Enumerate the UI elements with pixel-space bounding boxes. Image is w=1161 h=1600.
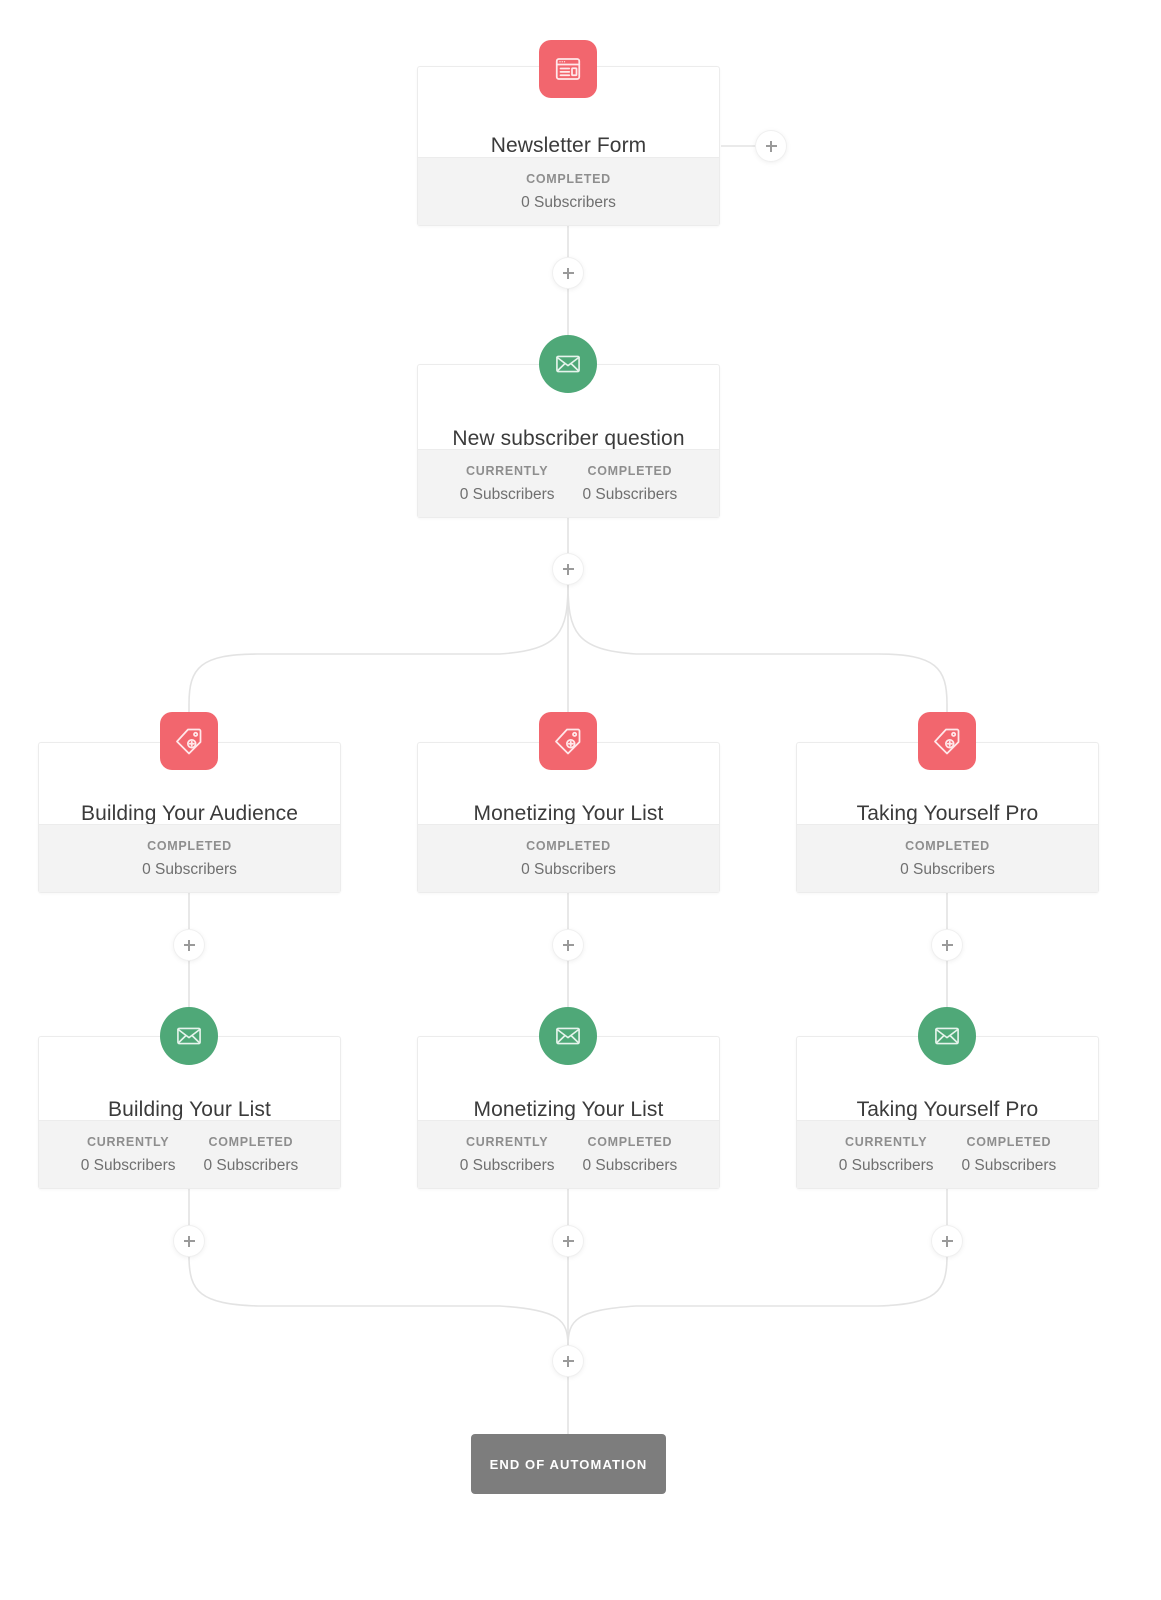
add-step-button-after-email-center[interactable]	[553, 1226, 583, 1256]
envelope-icon	[556, 1027, 580, 1045]
stat-label: COMPLETED	[147, 838, 232, 853]
envelope-icon-badge	[918, 1007, 976, 1065]
stat-completed: COMPLETED 0 Subscribers	[190, 1134, 313, 1174]
node-footer: COMPLETED 0 Subscribers	[418, 824, 719, 892]
envelope-icon	[177, 1027, 201, 1045]
wire-branch-left	[188, 583, 569, 742]
stat-label: COMPLETED	[587, 1134, 673, 1149]
tag-add-icon-badge	[918, 712, 976, 770]
node-title: Building Your List	[108, 1097, 271, 1121]
stat-value: 0 Subscribers	[521, 194, 616, 211]
stat-value: 0 Subscribers	[900, 861, 995, 878]
stat-currently: CURRENTLY 0 Subscribers	[67, 1134, 190, 1174]
stat-label: COMPLETED	[526, 171, 611, 186]
stat-label: CURRENTLY	[466, 463, 549, 478]
stat-value: 0 Subscribers	[521, 861, 616, 878]
tag-add-icon	[555, 728, 581, 755]
wire-merge-left	[188, 1255, 569, 1347]
add-step-button-after-email-left[interactable]	[174, 1226, 204, 1256]
stat-value: 0 Subscribers	[203, 1157, 299, 1174]
stat-completed: COMPLETED 0 Subscribers	[507, 838, 630, 878]
node-footer: COMPLETED 0 Subscribers	[418, 157, 719, 225]
tag-add-icon	[934, 728, 960, 755]
envelope-icon-badge	[539, 335, 597, 393]
stat-completed: COMPLETED 0 Subscribers	[569, 1134, 692, 1174]
node-footer: CURRENTLY 0 Subscribers COMPLETED 0 Subs…	[418, 449, 719, 517]
add-step-button-after-form-right[interactable]	[756, 131, 786, 161]
tag-add-icon-badge	[539, 712, 597, 770]
stat-value: 0 Subscribers	[582, 1157, 678, 1174]
add-step-button-after-tag-center[interactable]	[553, 930, 583, 960]
stat-label: COMPLETED	[905, 838, 990, 853]
add-step-button-after-form[interactable]	[553, 258, 583, 288]
add-step-button-after-question[interactable]	[553, 554, 583, 584]
stat-currently: CURRENTLY 0 Subscribers	[825, 1134, 948, 1174]
stat-label: CURRENTLY	[845, 1134, 928, 1149]
node-footer: CURRENTLY 0 Subscribers COMPLETED 0 Subs…	[797, 1120, 1098, 1188]
node-footer: COMPLETED 0 Subscribers	[39, 824, 340, 892]
add-step-button-after-email-right[interactable]	[932, 1226, 962, 1256]
add-step-button-after-tag-left[interactable]	[174, 930, 204, 960]
stat-label: COMPLETED	[208, 1134, 294, 1149]
stat-currently: CURRENTLY 0 Subscribers	[446, 463, 569, 503]
stat-completed: COMPLETED 0 Subscribers	[128, 838, 251, 878]
stat-value: 0 Subscribers	[459, 486, 555, 503]
stat-label: COMPLETED	[966, 1134, 1052, 1149]
envelope-icon-badge	[160, 1007, 218, 1065]
stat-value: 0 Subscribers	[142, 861, 237, 878]
stat-value: 0 Subscribers	[838, 1157, 934, 1174]
add-step-button-after-tag-right[interactable]	[932, 930, 962, 960]
end-of-automation-box: END OF AUTOMATION	[471, 1434, 666, 1494]
envelope-icon	[556, 355, 580, 373]
tag-add-icon	[176, 728, 202, 755]
stat-label: COMPLETED	[587, 463, 673, 478]
node-title: Monetizing Your List	[473, 801, 664, 825]
envelope-icon	[935, 1027, 959, 1045]
stat-value: 0 Subscribers	[582, 486, 678, 503]
node-title: Monetizing Your List	[473, 1097, 664, 1121]
stat-label: CURRENTLY	[466, 1134, 549, 1149]
stat-currently: CURRENTLY 0 Subscribers	[446, 1134, 569, 1174]
add-step-button-before-end[interactable]	[553, 1346, 583, 1376]
stat-value: 0 Subscribers	[80, 1157, 176, 1174]
node-footer: CURRENTLY 0 Subscribers COMPLETED 0 Subs…	[418, 1120, 719, 1188]
stat-value: 0 Subscribers	[459, 1157, 555, 1174]
stat-value: 0 Subscribers	[961, 1157, 1057, 1174]
node-title: New subscriber question	[452, 426, 685, 450]
node-title: Taking Yourself Pro	[856, 801, 1039, 825]
stat-label: CURRENTLY	[87, 1134, 170, 1149]
automation-workflow-canvas: Newsletter Form COMPLETED 0 Subscribers …	[0, 0, 1161, 1600]
wire-merge-right	[567, 1255, 948, 1347]
form-icon	[555, 58, 581, 80]
end-of-automation-label: END OF AUTOMATION	[489, 1456, 648, 1472]
node-title: Building Your Audience	[80, 801, 299, 825]
node-title: Taking Yourself Pro	[856, 1097, 1039, 1121]
node-footer: CURRENTLY 0 Subscribers COMPLETED 0 Subs…	[39, 1120, 340, 1188]
stat-completed: COMPLETED 0 Subscribers	[886, 838, 1009, 878]
node-title: Newsletter Form	[490, 133, 647, 157]
stat-completed: COMPLETED 0 Subscribers	[507, 171, 630, 211]
node-footer: COMPLETED 0 Subscribers	[797, 824, 1098, 892]
envelope-icon-badge	[539, 1007, 597, 1065]
stat-completed: COMPLETED 0 Subscribers	[948, 1134, 1071, 1174]
stat-completed: COMPLETED 0 Subscribers	[569, 463, 692, 503]
form-icon-badge	[539, 40, 597, 98]
wire-branch-right	[567, 583, 948, 742]
tag-add-icon-badge	[160, 712, 218, 770]
stat-label: COMPLETED	[526, 838, 611, 853]
